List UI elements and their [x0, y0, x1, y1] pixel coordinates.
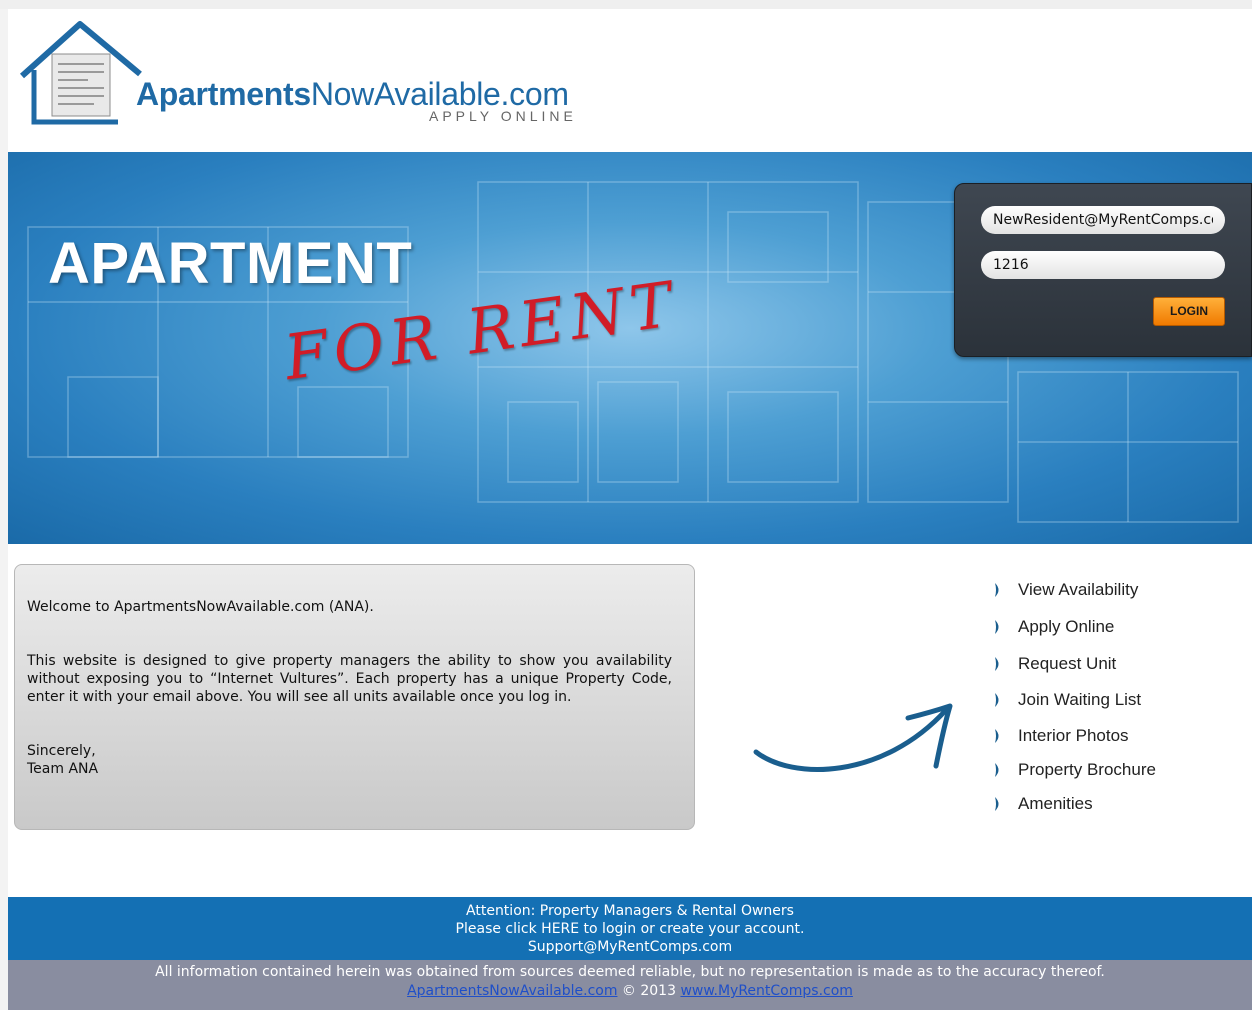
- site-logo[interactable]: ApartmentsNowAvailable.com APPLY ONLINE: [18, 18, 618, 136]
- footer-disclaimer: All information contained herein was obt…: [8, 960, 1252, 1010]
- bullet-arrow-icon: [995, 693, 999, 707]
- copyright-text: © 2013: [617, 983, 681, 999]
- menu-label: Property Brochure: [1018, 760, 1156, 779]
- logo-brand-bold: Apartments: [136, 76, 311, 112]
- welcome-signature: Team ANA: [27, 761, 99, 777]
- footer-link-ana[interactable]: ApartmentsNowAvailable.com: [407, 983, 617, 999]
- left-margin: [0, 9, 8, 1010]
- bullet-arrow-icon: [995, 729, 999, 743]
- banner-headline: APARTMENT: [48, 231, 413, 296]
- email-input[interactable]: [981, 206, 1225, 234]
- menu-label: Amenities: [1018, 794, 1093, 813]
- footer-support-email[interactable]: Support@MyRentComps.com: [8, 938, 1252, 956]
- footer-login-link[interactable]: Please click HERE to login or create you…: [8, 920, 1252, 938]
- bullet-arrow-icon: [995, 763, 999, 777]
- login-button[interactable]: LOGIN: [1153, 297, 1225, 326]
- footer-link-myrentcomps[interactable]: www.MyRentComps.com: [680, 983, 852, 999]
- menu-label: Join Waiting List: [1018, 690, 1142, 709]
- bullet-arrow-icon: [995, 657, 999, 671]
- welcome-closing: Sincerely,: [27, 743, 96, 759]
- disclaimer-text: All information contained herein was obt…: [155, 964, 1105, 980]
- logo-tagline: APPLY ONLINE: [429, 108, 577, 124]
- menu-label: Apply Online: [1018, 617, 1115, 636]
- login-panel: LOGIN: [954, 183, 1252, 357]
- welcome-body: This website is designed to give propert…: [27, 653, 672, 705]
- property-code-input[interactable]: [981, 251, 1225, 279]
- footer-links: ApartmentsNowAvailable.com © 2013 www.My…: [8, 982, 1252, 1001]
- footer-attention-line: Attention: Property Managers & Rental Ow…: [466, 903, 794, 919]
- top-strip: [0, 0, 1252, 9]
- welcome-message-box: Welcome to ApartmentsNowAvailable.com (A…: [14, 564, 695, 830]
- menu-label: Interior Photos: [1018, 726, 1129, 745]
- footer-attention: Attention: Property Managers & Rental Ow…: [8, 897, 1252, 960]
- menu-label: View Availability: [1018, 580, 1139, 599]
- bullet-arrow-icon: [995, 797, 999, 811]
- curved-arrow-icon: [753, 703, 953, 772]
- bullet-arrow-icon: [995, 620, 999, 634]
- logo-brand-rest: NowAvailable.com: [310, 76, 569, 112]
- bullet-arrow-icon: [995, 583, 999, 597]
- welcome-intro: Welcome to ApartmentsNowAvailable.com (A…: [27, 599, 374, 615]
- menu-label: Request Unit: [1018, 654, 1117, 673]
